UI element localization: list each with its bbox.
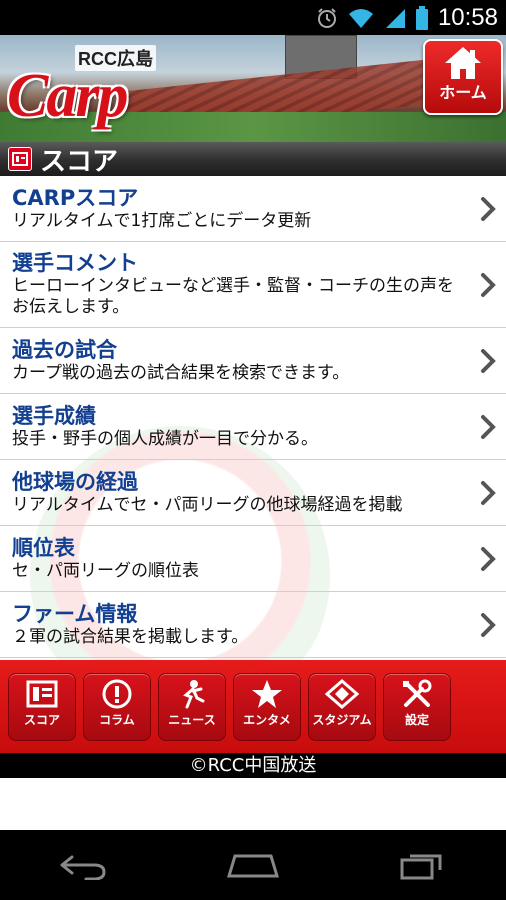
list-item-carp-score[interactable]: CARPスコア リアルタイムで1打席ごとにデータ更新: [0, 176, 506, 242]
wifi-icon: [348, 7, 374, 29]
tools-icon: [403, 679, 432, 707]
list-item-desc: ２軍の試合結果を掲載します。: [12, 626, 249, 647]
list-item-title: ファーム情報: [12, 601, 138, 626]
tab-label: コラム: [99, 712, 135, 727]
signal-icon: [384, 7, 406, 29]
page-title: スコア: [40, 146, 119, 177]
list-item-title: 順位表: [12, 535, 75, 560]
tab-entertainment[interactable]: エンタメ: [233, 672, 301, 741]
list-item-title: CARPスコア: [12, 185, 139, 210]
list-item-player-comments[interactable]: 選手コメント ヒーローインタビューなど選手・監督・コーチの生の声をお伝えします。: [0, 242, 506, 328]
menu-list: CARPスコア リアルタイムで1打席ごとにデータ更新 選手コメント ヒーローイン…: [0, 176, 506, 660]
logo-main-text: Carp: [7, 62, 128, 130]
tab-news[interactable]: ニュース: [158, 672, 226, 741]
tab-stadium[interactable]: スタジアム: [308, 672, 376, 741]
list-item-past-games[interactable]: 過去の試合 カープ戦の過去の試合結果を検索できます。: [0, 328, 506, 394]
tab-label: エンタメ: [243, 712, 291, 727]
section-title-bar: スコア: [0, 142, 506, 177]
tab-label: スタジアム: [312, 712, 372, 727]
list-item-title: 選手成績: [12, 403, 96, 428]
chevron-right-icon: [481, 546, 496, 571]
tab-column[interactable]: コラム: [83, 672, 151, 741]
list-item-desc: セ・パ両リーグの順位表: [12, 560, 199, 581]
bottom-tab-bar: スコア コラム ニュース エンタメ スタジアム 設定: [0, 660, 506, 753]
tab-score[interactable]: スコア: [8, 672, 76, 741]
status-time: 10:58: [437, 3, 498, 31]
home-button-label: ホーム: [439, 83, 487, 102]
status-bar: 10:58: [0, 0, 506, 35]
system-navigation-bar: [0, 830, 506, 900]
stadium-icon: [325, 678, 359, 709]
alarm-icon: [316, 7, 338, 29]
list-item-title: 過去の試合: [12, 337, 117, 362]
chevron-right-icon: [481, 348, 496, 373]
chevron-right-icon: [481, 272, 496, 297]
list-item-standings[interactable]: 順位表 セ・パ両リーグの順位表: [0, 526, 506, 592]
list-item-desc: 投手・野手の個人成績が一目で分かる。: [12, 428, 318, 449]
chevron-right-icon: [481, 480, 496, 505]
copyright-text: ©RCC中国放送: [0, 753, 506, 778]
home-nav-icon[interactable]: [225, 850, 281, 880]
scoreboard-icon: [26, 680, 58, 707]
runner-icon: [183, 679, 205, 708]
list-item-desc: カープ戦の過去の試合結果を検索できます。: [12, 362, 350, 383]
list-item-other-games[interactable]: 他球場の経過 リアルタイムでセ・パ両リーグの他球場経過を掲載: [0, 460, 506, 526]
tab-settings[interactable]: 設定: [383, 672, 451, 741]
chevron-right-icon: [481, 612, 496, 637]
chevron-right-icon: [481, 414, 496, 439]
home-icon: [445, 47, 481, 79]
recent-apps-icon[interactable]: [398, 850, 448, 880]
battery-icon: [415, 5, 428, 30]
list-item-desc: ヒーローインタビューなど選手・監督・コーチの生の声をお伝えします。: [12, 276, 454, 317]
tab-label: 設定: [404, 712, 429, 727]
list-item-farm-info[interactable]: ファーム情報 ２軍の試合結果を掲載します。: [0, 592, 506, 658]
header-banner: RCC広島 Carp ホーム: [0, 35, 506, 142]
score-section-icon: [8, 147, 32, 171]
chevron-right-icon: [481, 196, 496, 221]
list-item-desc: リアルタイムでセ・パ両リーグの他球場経過を掲載: [12, 494, 403, 515]
list-item-title: 選手コメント: [12, 251, 138, 275]
blank-area: [0, 778, 506, 830]
tab-label: ニュース: [168, 712, 216, 727]
list-item-title: 他球場の経過: [12, 469, 138, 494]
exclamation-icon: [102, 679, 132, 708]
home-button[interactable]: ホーム: [423, 39, 503, 115]
carp-logo: RCC広島 Carp: [5, 39, 185, 139]
back-icon[interactable]: [58, 850, 108, 880]
tab-label: スコア: [23, 712, 60, 727]
list-item-player-stats[interactable]: 選手成績 投手・野手の個人成績が一目で分かる。: [0, 394, 506, 460]
list-item-desc: リアルタイムで1打席ごとにデータ更新: [12, 210, 312, 231]
star-icon: [252, 679, 282, 708]
